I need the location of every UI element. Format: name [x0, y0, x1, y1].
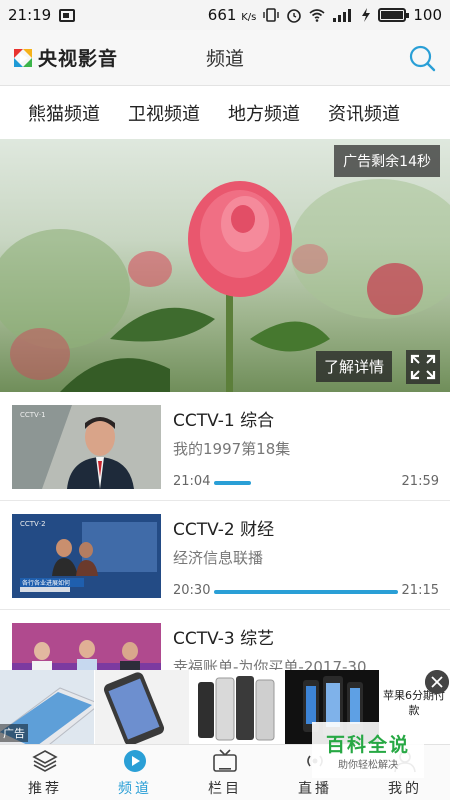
- search-icon[interactable]: [408, 44, 436, 72]
- channel-name: CCTV-1 综合: [173, 411, 275, 431]
- app-logo: 央视影音: [12, 44, 118, 71]
- logo-icon: [14, 48, 32, 67]
- start-time: 21:04: [173, 474, 211, 489]
- nav-label: 频道: [118, 781, 152, 797]
- status-bar: 21:19 661 K/s 100: [0, 0, 450, 30]
- nav-label: 栏目: [208, 781, 242, 797]
- ad-image-3: [190, 670, 284, 744]
- nav-channels[interactable]: 频道: [90, 745, 180, 800]
- svg-text:CCTV·1: CCTV·1: [20, 411, 46, 419]
- ad-countdown: 广告剩余14秒: [334, 145, 440, 177]
- status-time: 21:19: [8, 6, 52, 24]
- channel-name: CCTV-2 财经: [173, 520, 275, 540]
- brand-name: 央视影音: [38, 48, 119, 70]
- svg-text:CCTV·2: CCTV·2: [20, 520, 46, 528]
- signal-icon: [333, 9, 352, 22]
- tab-local[interactable]: 地方频道: [228, 100, 300, 126]
- tab-panda[interactable]: 熊猫频道: [28, 100, 100, 126]
- tv-icon: [213, 749, 237, 772]
- play-circle-icon: [124, 750, 146, 772]
- vibrate-icon: [263, 8, 280, 22]
- progress-fill: [214, 481, 251, 485]
- end-time: 21:59: [401, 474, 439, 489]
- close-icon[interactable]: [425, 670, 449, 694]
- nav-recommend[interactable]: 推荐: [0, 745, 90, 800]
- notification-icon: [59, 8, 76, 22]
- svg-text:各行各业进展如何: 各行各业进展如何: [22, 579, 70, 587]
- nav-label: 推荐: [28, 781, 62, 797]
- tab-news[interactable]: 资讯频道: [328, 100, 400, 126]
- alarm-icon: [287, 9, 302, 23]
- ad-image-2: [95, 670, 189, 744]
- battery-level: 100: [413, 6, 442, 24]
- layers-icon: [32, 750, 58, 772]
- start-time: 20:30: [173, 583, 211, 598]
- program-title: 经济信息联播: [173, 549, 264, 567]
- nav-label: 直播: [298, 781, 332, 797]
- tab-satellite[interactable]: 卫视频道: [128, 100, 200, 126]
- nav-columns[interactable]: 栏目: [180, 745, 270, 800]
- ad-banner[interactable]: 广告剩余14秒 了解详情: [0, 139, 450, 392]
- end-time: 21:15: [401, 583, 439, 598]
- program-title: 我的1997第18集: [173, 440, 291, 458]
- channel-name: CCTV-3 综艺: [173, 629, 275, 649]
- fullscreen-icon[interactable]: [406, 350, 440, 384]
- watermark: 百科全说 助你轻松解决: [312, 722, 424, 778]
- charging-icon: [362, 8, 371, 22]
- app-header: 央视影音 频道: [0, 30, 450, 86]
- watermark-subtitle: 助你轻松解决: [338, 760, 398, 771]
- app-screen: 21:19 661 K/s 100 央视影音 频道 熊猫频道 卫视频道 地方频道…: [0, 0, 450, 800]
- progress-bar: [214, 481, 398, 485]
- nav-label: 我的: [388, 781, 422, 797]
- progress-fill: [214, 590, 398, 594]
- progress-bar: [214, 590, 398, 594]
- channel-thumbnail: CCTV·1: [12, 405, 161, 489]
- channel-thumbnail: 各行各业进展如何 CCTV·2: [12, 514, 161, 598]
- channel-row-cctv1[interactable]: CCTV·1 CCTV-1 综合 我的1997第18集 21:04 21:59: [0, 392, 450, 501]
- status-right: 661 K/s 100: [208, 6, 442, 24]
- net-speed: 661 K/s: [207, 6, 257, 24]
- watermark-title: 百科全说: [325, 734, 410, 756]
- wifi-icon: [309, 9, 325, 22]
- learn-more-button[interactable]: 了解详情: [315, 351, 392, 382]
- ad-label: 广告: [0, 724, 28, 742]
- channel-tabs: 道 熊猫频道 卫视频道 地方频道 资讯频道: [0, 87, 450, 139]
- battery-icon: [378, 8, 410, 22]
- channel-row-cctv2[interactable]: 各行各业进展如何 CCTV·2 CCTV-2 财经 经济信息联播 20:30 2…: [0, 501, 450, 610]
